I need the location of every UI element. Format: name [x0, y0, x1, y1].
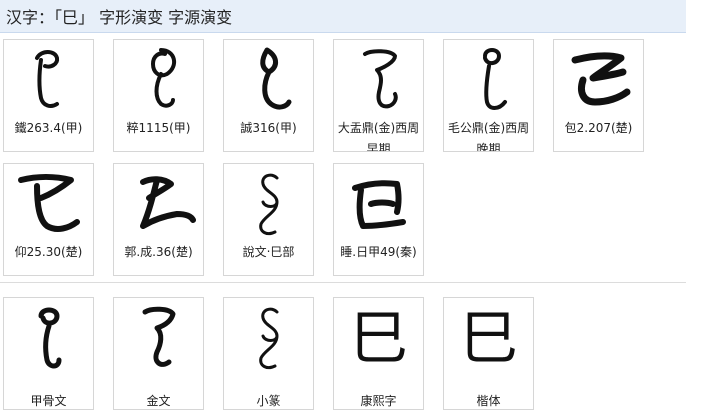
glyph-caption: 毛公鼎(金)西周晚期 — [447, 121, 530, 152]
glyph-caption: 楷体 — [476, 394, 501, 408]
bronze-si-icon — [121, 302, 197, 374]
glyph-caption: 鐵263.4(甲) — [14, 121, 83, 135]
glyph-tile[interactable]: 鐵263.4(甲) — [3, 39, 94, 152]
regular-script-si-icon: 巳 — [451, 302, 527, 374]
glyph-tile[interactable]: 甲骨文 — [3, 297, 94, 410]
oracle-bone-si-icon — [121, 44, 197, 116]
glyph-tile[interactable]: 巳 楷体 — [443, 297, 534, 410]
oracle-bone-si-icon — [11, 44, 87, 116]
chu-slip-si-icon — [561, 44, 637, 116]
glyph-tile[interactable]: 說文‧巳部 — [223, 163, 314, 276]
page-title: 汉字：「巳」 字形演变 字源演变 — [0, 0, 686, 33]
glyph-tile[interactable]: 包2.207(楚) — [553, 39, 644, 152]
glyph-tile[interactable]: 大盂鼎(金)西周早期 — [333, 39, 424, 152]
glyph-caption: 小篆 — [256, 394, 281, 408]
glyph-tile[interactable]: 金文 — [113, 297, 204, 410]
oracle-bone-si-icon — [11, 302, 87, 374]
glyph-caption: 仰25.30(楚) — [14, 245, 83, 259]
glyph-tile[interactable]: 巳 康熙字 — [333, 297, 424, 410]
chu-slip-si-icon — [11, 168, 87, 240]
glyph-tile[interactable]: 睡.日甲49(秦) — [333, 163, 424, 276]
svg-text:巳: 巳 — [349, 304, 407, 372]
glyph-caption: 金文 — [146, 394, 171, 408]
glyph-tile[interactable]: 小篆 — [223, 297, 314, 410]
small-seal-si-icon — [231, 168, 307, 240]
glyph-caption: 康熙字 — [360, 394, 397, 408]
bronze-si-icon — [341, 44, 417, 116]
small-seal-si-icon — [231, 302, 307, 374]
glyph-tile[interactable]: 毛公鼎(金)西周晚期 — [443, 39, 534, 152]
qin-slip-si-icon — [341, 168, 417, 240]
bronze-si-icon — [451, 44, 527, 116]
glyph-caption: 大盂鼎(金)西周早期 — [337, 121, 420, 152]
oracle-bone-si-icon — [231, 44, 307, 116]
glyph-caption: 睡.日甲49(秦) — [340, 245, 417, 259]
kangxi-si-icon: 巳 — [341, 302, 417, 374]
glyph-caption: 郭.成.36(楚) — [124, 245, 193, 259]
section-divider — [0, 282, 686, 283]
glyph-caption: 說文‧巳部 — [242, 245, 295, 259]
chu-slip-si-icon — [121, 168, 197, 240]
glyph-caption: 包2.207(楚) — [564, 121, 633, 135]
svg-text:巳: 巳 — [459, 304, 517, 372]
glyph-tile[interactable]: 仰25.30(楚) — [3, 163, 94, 276]
glyph-tile[interactable]: 郭.成.36(楚) — [113, 163, 204, 276]
glyph-tile[interactable]: 粹1115(甲) — [113, 39, 204, 152]
glyph-caption: 誠316(甲) — [240, 121, 297, 135]
glyph-caption: 甲骨文 — [30, 394, 67, 408]
glyph-tile[interactable]: 誠316(甲) — [223, 39, 314, 152]
glyph-caption: 粹1115(甲) — [126, 121, 191, 135]
